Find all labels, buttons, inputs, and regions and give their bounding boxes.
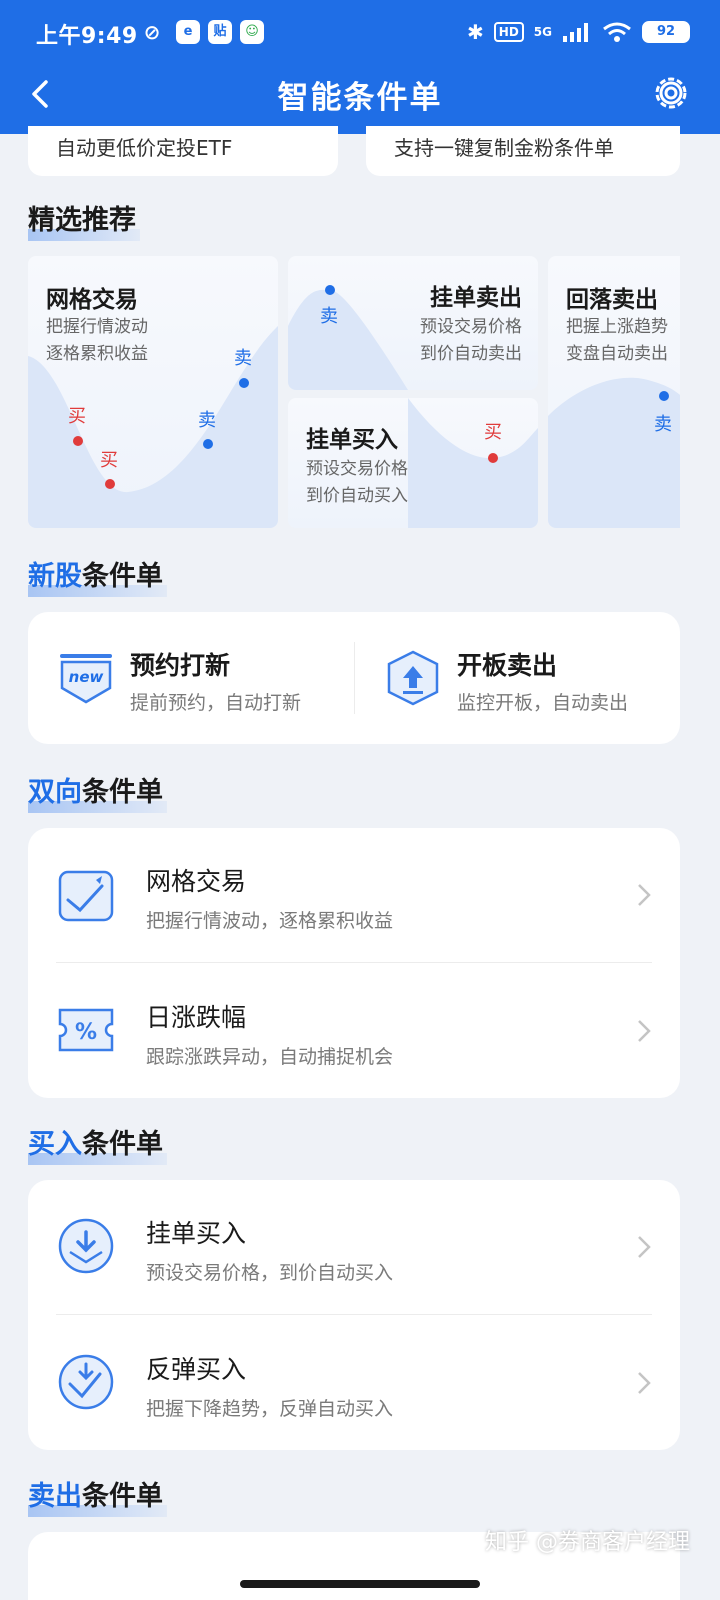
featured-card-limit-sell[interactable]: 卖 挂单卖出 预设交易价格 到价自动卖出 — [288, 256, 538, 390]
rebound-circle-icon — [58, 1354, 114, 1410]
divider — [56, 1314, 652, 1315]
app-notification-icon: ☺ — [240, 20, 264, 44]
row-title: 反弹买入 — [146, 1355, 247, 1384]
status-time: 上午9:49 — [36, 24, 138, 49]
ipo-subscribe-item[interactable]: new 预约打新 提前预约，自动打新 — [28, 612, 354, 744]
row-desc: 把握行情波动，逐格累积收益 — [146, 910, 394, 932]
daily-change-row[interactable]: % 日涨跌幅 跟踪涨跌异动，自动捕捉机会 — [28, 964, 680, 1098]
buy-label: 买 — [68, 406, 86, 427]
divider — [56, 962, 652, 963]
watermark: 知乎 @券商客户经理 — [485, 1530, 690, 1555]
row-title: 网格交易 — [146, 867, 247, 896]
app-header: 上午9:49 ⊘ e 贴 ☺ ✱ HD 5G 92 智能条件单 — [0, 0, 720, 134]
sell-label: 卖 — [198, 410, 216, 431]
featured-carousel[interactable]: 网格交易 把握行情波动 逐格累积收益 买 买 卖 卖 卖 挂单卖出 预设交易价格到… — [28, 256, 680, 528]
hd-badge: HD — [493, 22, 524, 42]
ipo-card: new 预约打新 提前预约，自动打新 开板卖出 监控开板，自动卖出 — [28, 612, 680, 744]
row-desc: 把握下降趋势，反弹自动买入 — [146, 1398, 394, 1420]
status-bar: 上午9:49 ⊘ e 贴 ☺ ✱ HD 5G 92 — [0, 0, 720, 64]
featured-card-title: 挂单卖出 — [430, 285, 522, 311]
sell-label: 卖 — [654, 414, 672, 435]
buy-card: 挂单买入 预设交易价格，到价自动买入 反弹买入 把握下降趋势，反弹自动买入 — [28, 1180, 680, 1450]
featured-card-limit-buy[interactable]: 买 挂单买入 预设交易价格 到价自动买入 — [288, 398, 538, 528]
status-right: ✱ HD 5G 92 — [467, 20, 690, 44]
section-title-ipo: 新股条件单 — [28, 554, 167, 597]
featured-card-title: 挂单买入 — [306, 427, 398, 453]
svg-text:new: new — [69, 668, 104, 686]
promo-card-etf[interactable]: 自动更低价定投ETF — [28, 126, 338, 176]
rebound-buy-row[interactable]: 反弹买入 把握下降趋势，反弹自动买入 — [28, 1316, 680, 1450]
ipo-open-sell-item[interactable]: 开板卖出 监控开板，自动卖出 — [355, 612, 680, 744]
wifi-icon — [603, 22, 631, 42]
row-title: 开板卖出 — [457, 651, 558, 680]
two-way-card: 网格交易 把握行情波动，逐格累积收益 % 日涨跌幅 跟踪涨跌异动，自动捕捉机会 — [28, 828, 680, 1098]
settings-gear-icon[interactable] — [650, 72, 692, 114]
featured-card-title: 回落卖出 — [566, 287, 658, 313]
page-title: 智能条件单 — [277, 80, 443, 116]
buy-label: 买 — [100, 450, 118, 471]
row-desc: 预设交易价格，到价自动买入 — [146, 1262, 394, 1284]
featured-card-desc: 预设交易价格 到价自动卖出 — [420, 317, 522, 364]
row-title: 挂单买入 — [146, 1219, 247, 1248]
section-title-two-way: 双向条件单 — [28, 770, 167, 813]
grid-trading-row[interactable]: 网格交易 把握行情波动，逐格累积收益 — [28, 828, 680, 962]
section-title-buy: 买入条件单 — [28, 1122, 167, 1165]
app-notification-icon: 贴 — [208, 20, 232, 44]
network-label: 5G — [533, 25, 552, 39]
row-title: 日涨跌幅 — [146, 1003, 247, 1032]
limit-buy-row[interactable]: 挂单买入 预设交易价格，到价自动买入 — [28, 1180, 680, 1314]
row-desc: 跟踪涨跌异动，自动捕捉机会 — [146, 1046, 394, 1068]
featured-card-desc: 把握上涨趋势 变盘自动卖出 — [566, 317, 668, 364]
battery-indicator: 92 — [642, 21, 690, 43]
signal-icon — [563, 23, 588, 42]
row-title: 预约打新 — [130, 651, 231, 680]
home-indicator[interactable] — [240, 1580, 480, 1588]
featured-card-desc: 预设交易价格 到价自动买入 — [306, 459, 408, 506]
chevron-right-icon — [638, 1236, 651, 1258]
featured-card-grid[interactable]: 网格交易 把握行情波动 逐格累积收益 买 买 卖 卖 — [28, 256, 278, 528]
chevron-right-icon — [638, 1020, 651, 1042]
svg-text:%: % — [75, 1020, 97, 1045]
promo-card-copy[interactable]: 支持一键复制金粉条件单 — [366, 126, 680, 176]
upload-hexagon-icon — [387, 650, 439, 706]
row-desc: 提前预约，自动打新 — [130, 692, 302, 714]
featured-card-title: 网格交易 — [46, 287, 138, 313]
featured-card-pullback-sell[interactable]: 卖 回落卖出 把握上涨趋势 变盘自动卖出 — [548, 256, 680, 528]
promo-card-label: 自动更低价定投ETF — [56, 136, 233, 160]
nav-bar: 智能条件单 — [0, 64, 720, 124]
sell-label: 卖 — [234, 348, 252, 369]
section-title-sell: 卖出条件单 — [28, 1474, 167, 1517]
sell-label: 卖 — [320, 306, 338, 327]
chevron-right-icon — [638, 1372, 651, 1394]
app-notification-icon: e — [176, 20, 200, 44]
mute-icon: ⊘ — [143, 20, 161, 44]
featured-card-desc: 把握行情波动 逐格累积收益 — [46, 317, 148, 364]
promo-card-label: 支持一键复制金粉条件单 — [394, 136, 614, 160]
buy-label: 买 — [484, 422, 502, 443]
percent-ticket-icon: % — [58, 1008, 114, 1052]
grid-chart-icon — [58, 870, 114, 922]
download-circle-icon — [58, 1218, 114, 1274]
bluetooth-icon: ✱ — [467, 20, 484, 44]
chevron-right-icon — [638, 884, 651, 906]
section-title-featured: 精选推荐 — [28, 198, 140, 241]
new-badge-icon: new — [60, 654, 112, 704]
row-desc: 监控开板，自动卖出 — [457, 692, 629, 714]
